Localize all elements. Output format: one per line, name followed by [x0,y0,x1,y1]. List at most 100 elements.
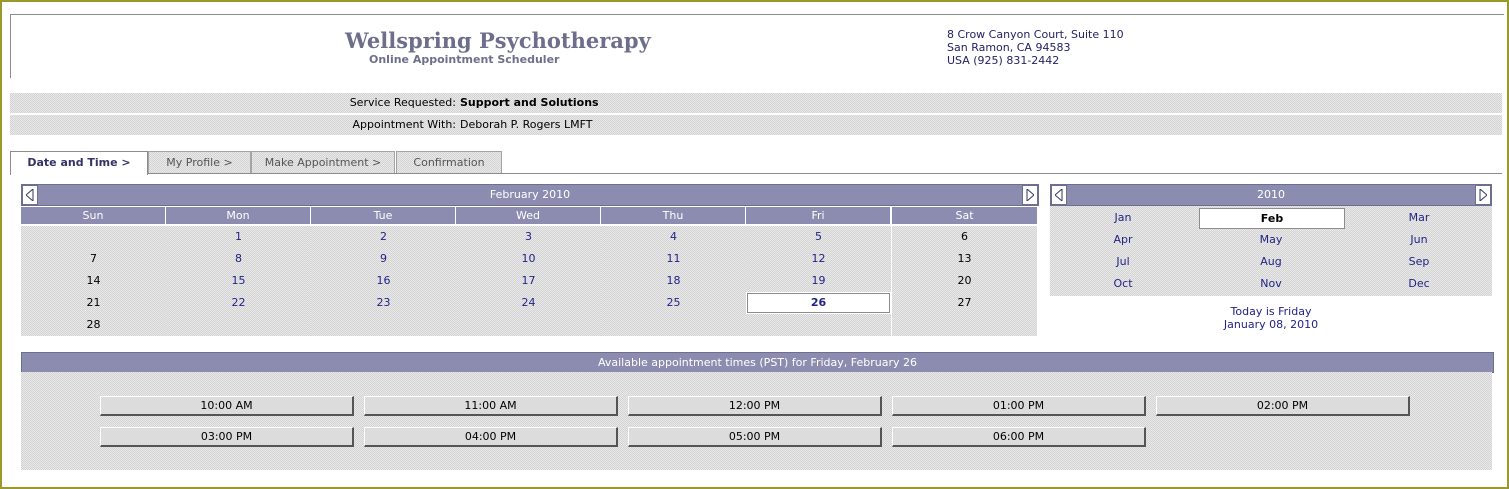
scheduler-subtitle: Online Appointment Scheduler [369,53,560,66]
month-aug[interactable]: Aug [1198,251,1344,273]
year-title: 2010 [1257,188,1285,201]
month-title: February 2010 [489,188,571,201]
time-slot-button[interactable]: 02:00 PM [1156,396,1410,416]
calendar-day-12[interactable]: 12 [746,248,891,270]
calendar-day-14: 14 [21,270,166,292]
calendar-day-2[interactable]: 2 [311,226,456,248]
calendar-day-7: 7 [21,248,166,270]
appointment-value: Deborah P. Rogers LMFT [460,118,593,131]
day-of-week-sun: Sun [21,207,166,224]
day-of-week-thu: Thu [601,207,746,224]
calendar-day-18[interactable]: 18 [601,270,746,292]
tab-divider [10,173,1502,174]
day-of-week-mon: Mon [166,207,311,224]
time-slot-button[interactable]: 05:00 PM [628,427,882,447]
tab-my-profile[interactable]: My Profile > [148,151,251,174]
calendar-empty-cell [166,314,311,336]
calendar-day-13: 13 [892,248,1037,270]
month-oct[interactable]: Oct [1050,273,1196,295]
time-slot-button[interactable]: 10:00 AM [100,396,354,416]
next-year-button[interactable] [1475,185,1491,205]
month-apr[interactable]: Apr [1050,229,1196,251]
calendar-day-5[interactable]: 5 [746,226,891,248]
chevron-right-icon [1479,189,1487,201]
calendar-day-1[interactable]: 1 [166,226,311,248]
next-month-button[interactable] [1022,185,1038,205]
calendar-day-9[interactable]: 9 [311,248,456,270]
month-nov[interactable]: Nov [1198,273,1344,295]
today-line-1: Today is Friday [1230,305,1312,318]
calendar-day-19[interactable]: 19 [746,270,891,292]
month-header: February 2010 [21,184,1039,206]
day-of-week-tue: Tue [311,207,456,224]
time-slot-button[interactable]: 11:00 AM [364,396,618,416]
time-slot-button[interactable]: 04:00 PM [364,427,618,447]
calendar-empty-cell [311,314,456,336]
day-of-week-sat: Sat [892,207,1038,224]
service-label: Service Requested: [349,96,456,109]
appointment-row: Appointment With: Deborah P. Rogers LMFT [10,115,1502,135]
calendar-day-6: 6 [892,226,1037,248]
calendar-day-27: 27 [892,292,1037,314]
month-dec[interactable]: Dec [1346,273,1492,295]
chevron-left-icon [26,189,34,201]
time-slot-button[interactable]: 12:00 PM [628,396,882,416]
calendar-empty-cell [601,314,746,336]
calendar-day-10[interactable]: 10 [456,248,601,270]
calendar-day-25[interactable]: 25 [601,292,746,314]
tab-make-appointment[interactable]: Make Appointment > [251,151,395,174]
address-line-3: USA (925) 831-2442 [947,54,1060,67]
calendar-empty-cell [21,226,166,248]
prev-month-button[interactable] [22,185,38,205]
tab-confirmation[interactable]: Confirmation [396,151,502,174]
calendar-day-16[interactable]: 16 [311,270,456,292]
prev-year-button[interactable] [1051,185,1067,205]
calendar-empty-cell [892,314,1037,336]
time-slot-button[interactable]: 01:00 PM [892,396,1146,416]
calendar-day-8[interactable]: 8 [166,248,311,270]
header-divider [10,14,1504,15]
practice-title: Wellspring Psychotherapy [345,28,651,53]
calendar-day-4[interactable]: 4 [601,226,746,248]
calendar-day-26[interactable]: 26 [747,293,890,313]
month-feb[interactable]: Feb [1199,208,1345,229]
month-jul[interactable]: Jul [1050,251,1196,273]
time-slot-button[interactable]: 06:00 PM [892,427,1146,447]
month-sep[interactable]: Sep [1346,251,1492,273]
month-mar[interactable]: Mar [1346,207,1492,229]
address-line-1: 8 Crow Canyon Court, Suite 110 [947,28,1124,41]
calendar-day-17[interactable]: 17 [456,270,601,292]
service-row: Service Requested: Support and Solutions [10,93,1502,113]
day-of-week-fri: Fri [746,207,891,224]
practice-address: 8 Crow Canyon Court, Suite 110 San Ramon… [947,28,1124,67]
today-line-2: January 08, 2010 [1223,318,1319,331]
chevron-right-icon [1026,189,1034,201]
calendar-day-11[interactable]: 11 [601,248,746,270]
calendar-day-15[interactable]: 15 [166,270,311,292]
calendar-empty-cell [456,314,601,336]
calendar-day-28: 28 [21,314,166,336]
calendar-day-21: 21 [21,292,166,314]
chevron-left-icon [1055,189,1063,201]
month-jun[interactable]: Jun [1346,229,1492,251]
wizard-tabs: Date and Time > My Profile > Make Appoin… [10,151,1502,175]
time-slot-button[interactable]: 03:00 PM [100,427,354,447]
available-times-panel: 10:00 AM 11:00 AM 12:00 PM 01:00 PM 02:00 PM… [21,372,1492,470]
month-picker-grid: Jan Feb Mar Apr May Jun Jul Aug Sep Oct Nov Dec [1050,206,1492,296]
calendar-day-24[interactable]: 24 [456,292,601,314]
calendar-empty-cell [746,314,891,336]
calendar-day-23[interactable]: 23 [311,292,456,314]
appointment-label: Appointment With: [352,118,456,131]
calendar-day-3[interactable]: 3 [456,226,601,248]
calendar-day-22[interactable]: 22 [166,292,311,314]
year-header: 2010 [1050,184,1492,206]
tab-date-and-time[interactable]: Date and Time > [10,151,148,175]
day-of-week-wed: Wed [456,207,601,224]
month-may[interactable]: May [1198,229,1344,251]
month-jan[interactable]: Jan [1050,207,1196,229]
address-line-2: San Ramon, CA 94583 [947,41,1071,54]
service-value: Support and Solutions [460,96,599,109]
available-times-heading: Available appointment times (PST) for Fr… [21,352,1494,373]
calendar-day-20: 20 [892,270,1037,292]
header-left-divider [10,14,11,78]
